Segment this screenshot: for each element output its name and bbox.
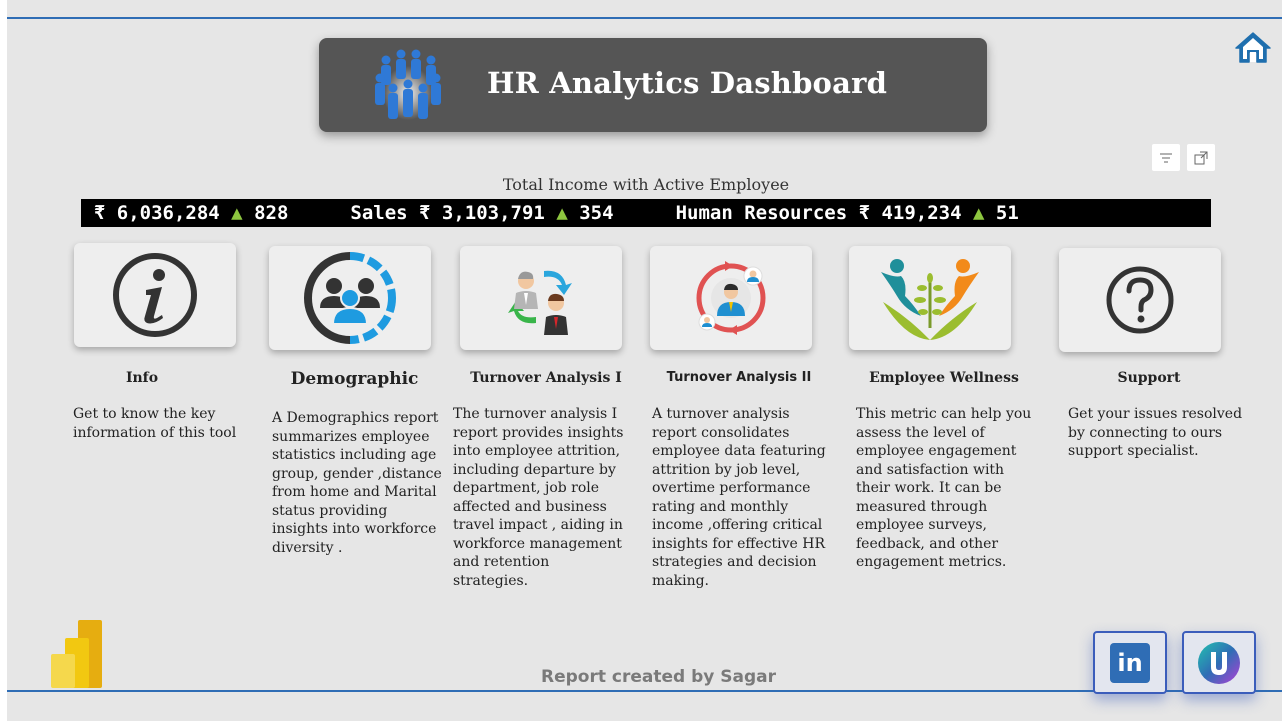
app-link-button[interactable] — [1182, 631, 1256, 694]
filter-button[interactable] — [1152, 144, 1180, 171]
focus-mode-button[interactable] — [1187, 144, 1215, 171]
focus-mode-icon — [1194, 151, 1208, 164]
income-ticker: : ₹ 6,036,284 ▲ 828 Sales ₹ 3,103,791 ▲ 3… — [81, 199, 1211, 227]
ticker-item: : ₹ 6,036,284 ▲ 828 — [81, 202, 288, 224]
ticker-item-text: Sales ₹ 3,103,791 — [350, 202, 545, 224]
wellness-icon — [881, 259, 979, 340]
top-divider — [7, 17, 1282, 19]
powerbi-logo-icon — [51, 620, 102, 688]
home-icon[interactable] — [1234, 30, 1272, 64]
card-desc-support: Get your issues resolved by connecting t… — [1068, 406, 1243, 459]
info-icon — [113, 253, 197, 337]
turnover-analysis-1-card-button[interactable] — [460, 246, 622, 350]
ticker-item: Human Resources ₹ 419,234 ▲ 51 — [676, 202, 1019, 224]
card-title-turnover-1: Turnover Analysis I — [470, 370, 622, 386]
info-card-button[interactable] — [74, 243, 236, 347]
filter-icon — [1160, 153, 1172, 162]
card-desc-turnover-2: A turnover analysis report consolidates … — [652, 406, 826, 589]
ticker-item-text: Human Resources ₹ 419,234 — [675, 202, 962, 224]
card-title-wellness: Employee Wellness — [869, 370, 1019, 386]
demographic-card-button[interactable] — [269, 246, 431, 350]
card-title-support: Support — [1117, 370, 1181, 386]
employee-wellness-card-button[interactable] — [849, 246, 1011, 350]
up-arrow-icon: ▲ — [973, 202, 985, 224]
linkedin-icon: in — [1110, 642, 1150, 683]
card-title-info: Info — [125, 370, 159, 386]
ticker-item: Sales ₹ 3,103,791 ▲ 354 — [350, 202, 613, 224]
turnover-exchange-icon — [508, 270, 572, 335]
turnover-analysis-2-card-button[interactable] — [650, 246, 812, 350]
card-title-demographic: Demographic — [290, 369, 419, 389]
ticker-item-text: : ₹ 6,036,284 — [81, 202, 220, 224]
header-banner: HR Analytics Dashboard — [319, 38, 987, 132]
dashboard-title: HR Analytics Dashboard — [487, 66, 888, 100]
report-credit: Report created by Sagar — [541, 667, 777, 687]
ticker-item-count: 354 — [579, 202, 614, 224]
linkedin-button[interactable]: in — [1093, 631, 1167, 694]
ticker-item-count: 828 — [254, 202, 289, 224]
card-desc-info: Get to know the key information of this … — [73, 406, 237, 441]
turnover-cycle-icon — [696, 261, 766, 335]
bottom-divider — [7, 690, 1282, 692]
ticker-item-count: 51 — [995, 202, 1019, 224]
ticker-title: Total Income with Active Employee — [502, 175, 790, 194]
demographic-icon — [304, 252, 396, 344]
card-title-turnover-2: Turnover Analysis II — [666, 370, 812, 385]
up-arrow-icon: ▲ — [556, 202, 568, 224]
people-group-icon — [375, 49, 441, 120]
card-desc-wellness: This metric can help you assess the leve… — [856, 406, 1032, 570]
up-arrow-icon: ▲ — [231, 202, 243, 224]
card-desc-demographic: A Demographics report summarizes employe… — [272, 410, 442, 556]
support-card-button[interactable] — [1059, 248, 1221, 352]
question-icon — [1106, 266, 1174, 334]
app-logo-icon — [1198, 641, 1240, 684]
ticker-track: : ₹ 6,036,284 ▲ 828 Sales ₹ 3,103,791 ▲ 3… — [81, 202, 1081, 224]
card-desc-turnover-1: The turnover analysis I report provides … — [453, 406, 624, 589]
